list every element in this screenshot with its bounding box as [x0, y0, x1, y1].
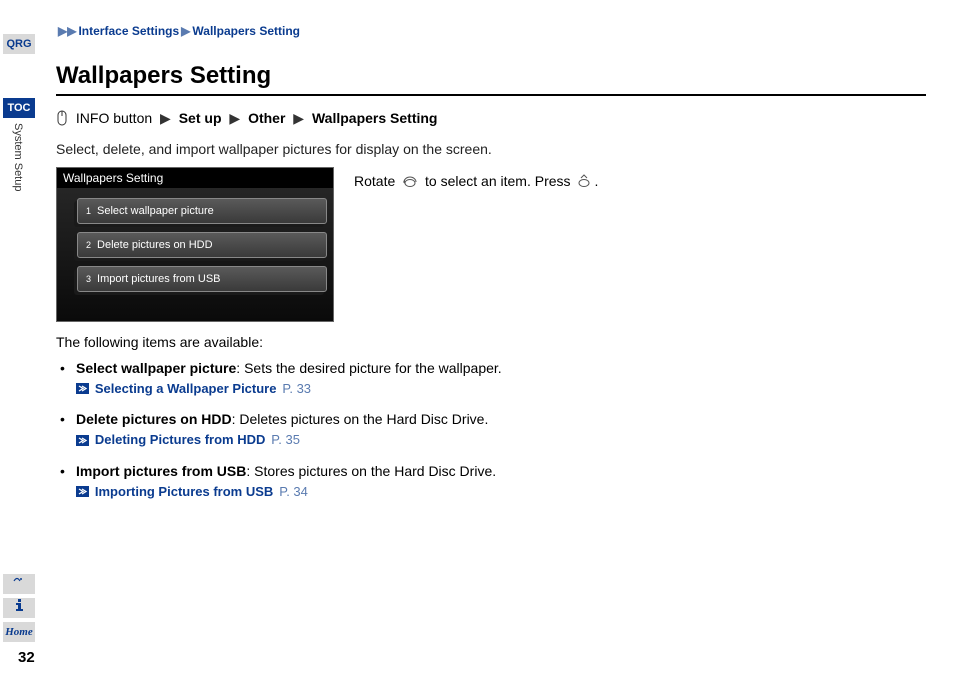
page-title: Wallpapers Setting: [56, 62, 926, 96]
breadcrumb-item[interactable]: Interface Settings: [78, 24, 179, 38]
rotate-instruction: Rotate to select an item. Press .: [354, 167, 598, 191]
device-screenshot: Wallpapers Setting 1Select wallpaper pic…: [56, 167, 334, 322]
info-button-icon: [56, 110, 68, 129]
cross-ref-link[interactable]: Selecting a Wallpaper Picture: [95, 381, 277, 396]
nav-ws-label: Wallpapers Setting: [312, 110, 438, 126]
home-icon[interactable]: Home: [3, 622, 35, 642]
item-desc: : Sets the desired picture for the wallp…: [236, 360, 501, 376]
item-title: Delete pictures on HDD: [76, 411, 232, 427]
breadcrumb-arrow-icon: ▶▶: [58, 24, 76, 38]
item-desc: : Deletes pictures on the Hard Disc Driv…: [232, 411, 489, 427]
items-list: Select wallpaper picture: Sets the desir…: [56, 360, 926, 500]
link-arrow-icon: [76, 381, 89, 397]
breadcrumb-item[interactable]: Wallpapers Setting: [192, 24, 300, 38]
toc-tab[interactable]: TOC: [3, 98, 35, 118]
sidebar-section-label: System Setup: [12, 123, 24, 191]
sidebar: QRG TOC System Setup Home 32: [0, 0, 42, 674]
breadcrumb: ▶▶Interface Settings▶Wallpapers Setting: [56, 24, 926, 38]
cross-ref-link[interactable]: Importing Pictures from USB: [95, 484, 273, 499]
nav-arrow-icon: ▶: [229, 110, 240, 126]
available-heading: The following items are available:: [56, 334, 926, 350]
cross-ref-link[interactable]: Deleting Pictures from HDD: [95, 432, 265, 447]
item-desc: : Stores pictures on the Hard Disc Drive…: [246, 463, 496, 479]
nav-arrow-icon: ▶: [293, 110, 304, 126]
intro-text: Select, delete, and import wallpaper pic…: [56, 141, 926, 157]
screenshot-title: Wallpapers Setting: [57, 168, 333, 188]
page-ref: P. 35: [271, 432, 300, 447]
rotate-dial-icon: [401, 174, 419, 191]
list-item: Select wallpaper picture: Sets the desir…: [74, 360, 926, 397]
list-item: Import pictures from USB: Stores picture…: [74, 463, 926, 500]
page-number: 32: [18, 649, 35, 666]
nav-arrow-icon: ▶: [160, 110, 171, 126]
page-ref: P. 34: [279, 484, 308, 499]
nav-path: INFO button ▶ Set up ▶ Other ▶ Wallpaper…: [56, 110, 926, 129]
page-ref: P. 33: [282, 381, 311, 396]
screenshot-menu-item: 3Import pictures from USB: [77, 266, 327, 292]
screenshot-menu-item: 1Select wallpaper picture: [77, 198, 327, 224]
list-item: Delete pictures on HDD: Deletes pictures…: [74, 411, 926, 448]
nav-info-label: INFO button: [76, 110, 152, 126]
item-title: Select wallpaper picture: [76, 360, 236, 376]
nav-setup-label: Set up: [179, 110, 222, 126]
breadcrumb-arrow-icon: ▶: [181, 24, 190, 38]
screenshot-menu-item: 2Delete pictures on HDD: [77, 232, 327, 258]
press-dial-icon: [576, 174, 592, 191]
item-title: Import pictures from USB: [76, 463, 246, 479]
nav-other-label: Other: [248, 110, 285, 126]
link-arrow-icon: [76, 484, 89, 500]
voice-icon[interactable]: [3, 574, 35, 594]
qrg-tab[interactable]: QRG: [3, 34, 35, 54]
link-arrow-icon: [76, 433, 89, 449]
info-icon[interactable]: [3, 598, 35, 618]
main-content: ▶▶Interface Settings▶Wallpapers Setting …: [56, 24, 926, 514]
